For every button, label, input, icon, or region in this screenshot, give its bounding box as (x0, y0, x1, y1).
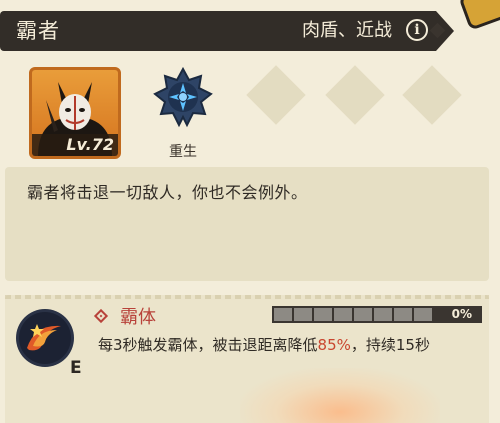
hero-role-tags: 肉盾、近战 (302, 20, 392, 41)
corner-badge[interactable] (458, 0, 500, 31)
rebirth-skill-slot[interactable] (153, 66, 213, 129)
progress-percent: 0% (451, 307, 472, 321)
progress-track (274, 308, 434, 321)
info-glyph: i (414, 22, 420, 38)
passive-desc-after: ，持续15秒 (350, 336, 430, 354)
passive-skill-description: 每3秒触发霸体，被击退距离降低85%，持续15秒 (98, 335, 488, 356)
hero-name: 霸者 (16, 19, 60, 43)
level-strip: Lv.72 (32, 134, 118, 156)
passive-grade: E (70, 358, 82, 378)
rebirth-skill-label: 重生 (169, 144, 197, 160)
passive-desc-highlight: 85% (317, 336, 351, 354)
watermark-glow (240, 368, 440, 423)
passive-skill-name: 霸体 (120, 307, 156, 328)
empty-skill-slot-3[interactable] (402, 65, 462, 125)
empty-skill-slot-2[interactable] (325, 65, 385, 125)
hero-description: 霸者将击退一切敌人，你也不会例外。 (27, 183, 308, 202)
passive-desc-before: 每3秒触发霸体，被击退距离降低 (98, 336, 318, 354)
hero-title-bar: 霸者 肉盾、近战 i (0, 11, 454, 51)
info-icon[interactable]: i (406, 19, 428, 41)
hero-portrait[interactable]: Lv.72 (29, 67, 121, 159)
fire-swirl-icon (16, 309, 74, 367)
rebirth-star-icon (153, 66, 213, 128)
hero-level: Lv.72 (66, 135, 114, 154)
hero-description-box: 霸者将击退一切敌人，你也不会例外。 (5, 167, 489, 281)
passive-skill-icon[interactable] (15, 308, 75, 368)
passive-progress-bar: 0% (272, 306, 482, 323)
empty-skill-slot-1[interactable] (246, 65, 306, 125)
